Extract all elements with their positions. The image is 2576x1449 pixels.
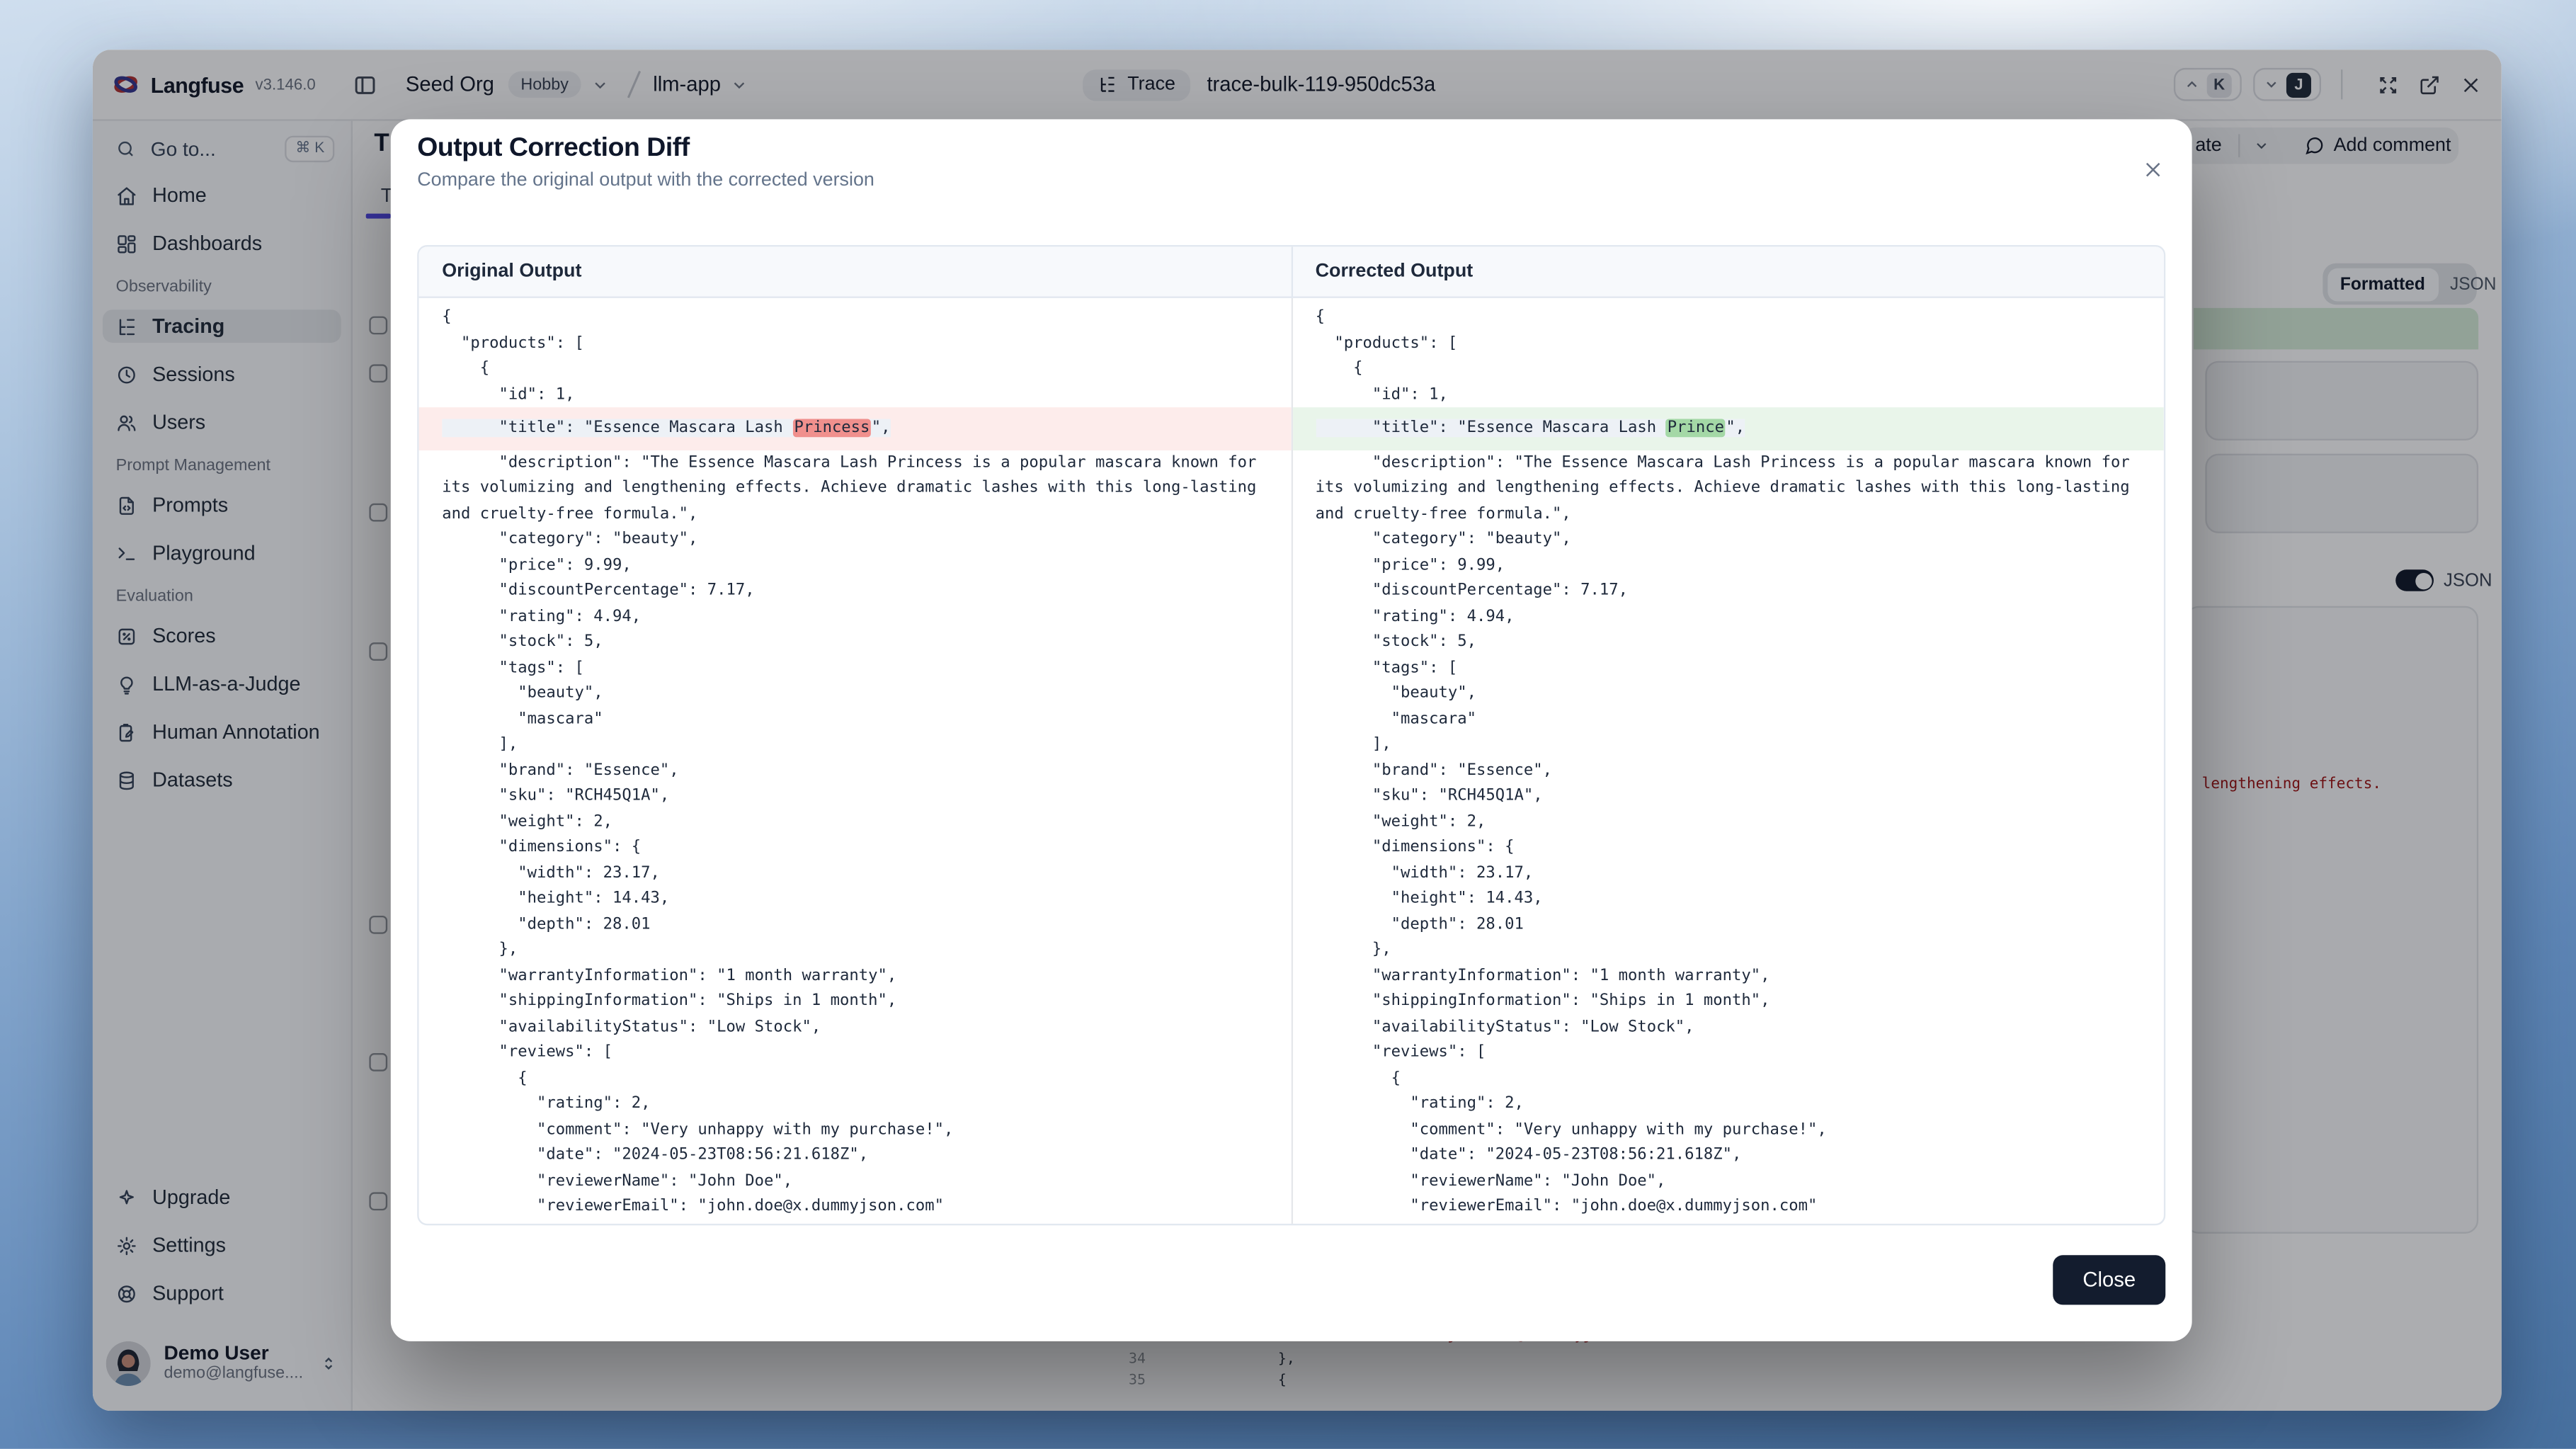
desktop-background: Langfuse v3.146.0 Seed Org Hobby llm-app bbox=[0, 0, 2576, 1449]
diff-context-line: "products": [ bbox=[1292, 330, 2164, 356]
diff-table: Original Output Corrected Output { "prod… bbox=[417, 245, 2165, 1225]
corrected-output-header: Corrected Output bbox=[1291, 246, 2164, 296]
diff-context-line: "sku": "RCH45Q1A", bbox=[1292, 783, 2164, 809]
diff-context-line: }, bbox=[419, 937, 1291, 962]
diff-context-line: "rating": 2, bbox=[1292, 1091, 2164, 1117]
diff-context-line: "tags": [ bbox=[1292, 655, 2164, 681]
diff-context-line: "brand": "Essence", bbox=[419, 758, 1291, 783]
diff-context-line: "reviews": [ bbox=[419, 1040, 1291, 1065]
diff-word-removed: Princess bbox=[792, 419, 872, 438]
diff-context-line: "category": "beauty", bbox=[1292, 527, 2164, 552]
diff-context-line: "tags": [ bbox=[419, 655, 1291, 681]
diff-changed-line-removed: "title": "Essence Mascara Lash Princess"… bbox=[419, 407, 1291, 450]
diff-context-line: "warrantyInformation": "1 month warranty… bbox=[1292, 963, 2164, 989]
diff-context-line: "comment": "Very unhappy with my purchas… bbox=[1292, 1117, 2164, 1142]
diff-context-line: }, bbox=[1292, 1220, 2164, 1225]
diff-context-line: "sku": "RCH45Q1A", bbox=[419, 783, 1291, 809]
diff-context-line: "price": 9.99, bbox=[419, 552, 1291, 578]
diff-context-line: "width": 23.17, bbox=[419, 860, 1291, 886]
modal-title: Output Correction Diff bbox=[417, 134, 690, 164]
diff-context-line: "warrantyInformation": "1 month warranty… bbox=[419, 963, 1291, 989]
diff-context-line: }, bbox=[419, 1220, 1291, 1225]
diff-context-line: ], bbox=[1292, 732, 2164, 757]
diff-context-line: { bbox=[419, 1066, 1291, 1091]
diff-context-line: "price": 9.99, bbox=[1292, 552, 2164, 578]
diff-context-line: "date": "2024-05-23T08:56:21.618Z", bbox=[419, 1142, 1291, 1168]
diff-context-line: "rating": 2, bbox=[419, 1091, 1291, 1117]
diff-context-line: "discountPercentage": 7.17, bbox=[419, 578, 1291, 603]
diff-context-line: "dimensions": { bbox=[419, 834, 1291, 860]
diff-context-line: "width": 23.17, bbox=[1292, 860, 2164, 886]
diff-context-line: "mascara" bbox=[1292, 706, 2164, 732]
diff-context-line: "products": [ bbox=[419, 330, 1291, 356]
diff-context-line: "date": "2024-05-23T08:56:21.618Z", bbox=[1292, 1142, 2164, 1168]
diff-context-line: { bbox=[419, 356, 1291, 382]
diff-context-line: "description": "The Essence Mascara Lash… bbox=[1292, 450, 2164, 527]
diff-context-line: "description": "The Essence Mascara Lash… bbox=[419, 450, 1291, 527]
diff-context-line: "category": "beauty", bbox=[419, 527, 1291, 552]
diff-context-line: "mascara" bbox=[419, 706, 1291, 732]
original-output-column: { "products": [ { "id": 1, "title": "Ess… bbox=[419, 298, 1291, 1225]
diff-context-line: "shippingInformation": "Ships in 1 month… bbox=[419, 989, 1291, 1014]
diff-context-line: "beauty", bbox=[419, 681, 1291, 706]
diff-context-line: "weight": 2, bbox=[419, 809, 1291, 834]
diff-context-line: "depth": 28.01 bbox=[419, 911, 1291, 937]
diff-context-line: { bbox=[419, 305, 1291, 330]
diff-context-line: "discountPercentage": 7.17, bbox=[1292, 578, 2164, 603]
diff-context-line: "stock": 5, bbox=[1292, 629, 2164, 654]
diff-context-line: "reviews": [ bbox=[1292, 1040, 2164, 1065]
diff-word-added: Prince bbox=[1665, 419, 1726, 438]
diff-context-line: "reviewerName": "John Doe", bbox=[1292, 1169, 2164, 1194]
original-output-header: Original Output bbox=[419, 246, 1291, 296]
output-correction-diff-modal: Output Correction Diff Compare the origi… bbox=[391, 119, 2192, 1341]
diff-context-line: }, bbox=[1292, 937, 2164, 962]
diff-context-line: "dimensions": { bbox=[1292, 834, 2164, 860]
diff-context-line: "height": 14.43, bbox=[1292, 886, 2164, 911]
diff-changed-line-added: "title": "Essence Mascara Lash Prince", bbox=[1292, 407, 2164, 450]
diff-context-line: "rating": 4.94, bbox=[1292, 603, 2164, 629]
diff-context-line: "depth": 28.01 bbox=[1292, 911, 2164, 937]
diff-context-line: { bbox=[1292, 1066, 2164, 1091]
diff-context-line: "reviewerEmail": "john.doe@x.dummyjson.c… bbox=[419, 1194, 1291, 1220]
diff-body[interactable]: { "products": [ { "id": 1, "title": "Ess… bbox=[419, 298, 2164, 1225]
diff-context-line: "weight": 2, bbox=[1292, 809, 2164, 834]
diff-context-line: { bbox=[1292, 356, 2164, 382]
diff-context-line: "stock": 5, bbox=[419, 629, 1291, 654]
diff-context-line: "reviewerEmail": "john.doe@x.dummyjson.c… bbox=[1292, 1194, 2164, 1220]
diff-context-line: ], bbox=[419, 732, 1291, 757]
diff-context-line: "availabilityStatus": "Low Stock", bbox=[419, 1014, 1291, 1040]
diff-context-line: "reviewerName": "John Doe", bbox=[419, 1169, 1291, 1194]
diff-context-line: "id": 1, bbox=[1292, 382, 2164, 407]
modal-subtitle: Compare the original output with the cor… bbox=[417, 171, 874, 191]
diff-context-line: "height": 14.43, bbox=[419, 886, 1291, 911]
modal-close-icon[interactable] bbox=[2143, 159, 2164, 180]
close-button[interactable]: Close bbox=[2053, 1255, 2165, 1305]
diff-context-line: "brand": "Essence", bbox=[1292, 758, 2164, 783]
diff-context-line: "comment": "Very unhappy with my purchas… bbox=[419, 1117, 1291, 1142]
diff-context-line: { bbox=[1292, 305, 2164, 330]
diff-context-line: "id": 1, bbox=[419, 382, 1291, 407]
diff-context-line: "availabilityStatus": "Low Stock", bbox=[1292, 1014, 2164, 1040]
diff-context-line: "shippingInformation": "Ships in 1 month… bbox=[1292, 989, 2164, 1014]
corrected-output-column: { "products": [ { "id": 1, "title": "Ess… bbox=[1291, 298, 2164, 1225]
diff-header-row: Original Output Corrected Output bbox=[419, 246, 2164, 297]
diff-context-line: "beauty", bbox=[1292, 681, 2164, 706]
diff-context-line: "rating": 4.94, bbox=[419, 603, 1291, 629]
